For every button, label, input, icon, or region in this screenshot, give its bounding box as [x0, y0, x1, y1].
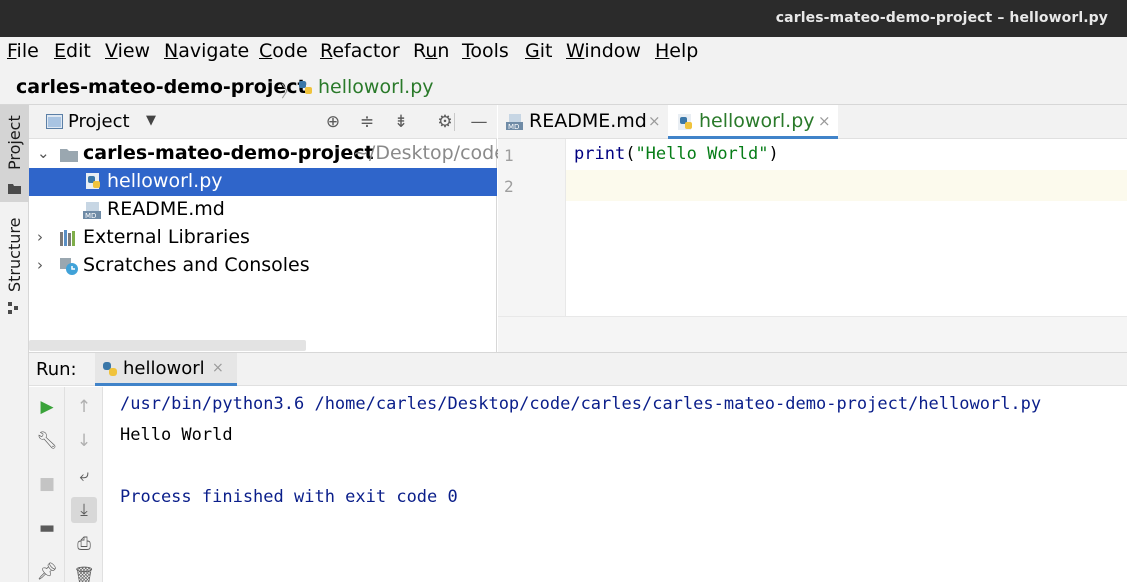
python-file-icon: [86, 173, 102, 194]
editor-tab-label: README.md: [529, 110, 647, 132]
console-command: /usr/bin/python3.6 /home/carles/Desktop/…: [120, 394, 1042, 414]
line-number-gutter: 1 2: [498, 139, 566, 316]
tree-scratches-row[interactable]: › Scratches and Consoles: [29, 252, 497, 280]
close-icon[interactable]: ×: [212, 360, 224, 376]
trash-icon[interactable]: 🗑︎: [71, 563, 97, 582]
line-number: 1: [504, 146, 514, 165]
breadcrumb: carles-mateo-demo-project 〉 helloworl.py: [0, 69, 1127, 105]
locate-icon[interactable]: ⊕: [322, 111, 344, 133]
editor-tab-label: helloworl.py: [699, 110, 815, 132]
breadcrumb-file[interactable]: helloworl.py: [318, 76, 434, 98]
gear-icon[interactable]: ⚙: [434, 111, 456, 133]
menu-bar: File Edit View Navigate Code Refactor Ru…: [0, 37, 1127, 69]
tree-file-label: helloworl.py: [107, 170, 223, 192]
project-panel: Project ▼ ⊕ ≑ ⇟ ⚙ — ⌄ carles-mateo-demo-…: [29, 105, 506, 352]
arrow-down-icon[interactable]: ↓: [71, 428, 97, 454]
menu-file[interactable]: File: [7, 40, 39, 62]
scratches-label: Scratches and Consoles: [83, 254, 310, 276]
line-number: 2: [504, 177, 514, 196]
menu-tools[interactable]: Tools: [462, 40, 509, 62]
run-tab-label: helloworl: [123, 358, 205, 379]
folder-icon: [60, 147, 78, 166]
menu-navigate[interactable]: Navigate: [164, 40, 249, 62]
external-libraries-label: External Libraries: [83, 226, 250, 248]
chevron-down-icon[interactable]: ⌄: [37, 144, 50, 162]
markdown-file-icon: MD: [83, 202, 103, 223]
editor-pane: MD README.md × helloworl.py × 1 2 print(…: [498, 105, 1127, 352]
menu-code[interactable]: Code: [259, 40, 308, 62]
chevron-right-icon: 〉: [281, 82, 298, 101]
wrench-icon[interactable]: 🔧︎: [34, 428, 60, 454]
project-view-icon: [46, 114, 63, 133]
console-exit-message: Process finished with exit code 0: [120, 487, 458, 507]
library-icon: [60, 230, 78, 250]
title-bar: carles-mateo-demo-project – helloworl.py: [0, 0, 1127, 37]
menu-window[interactable]: Window: [566, 40, 641, 62]
chevron-right-icon[interactable]: ›: [37, 228, 43, 246]
close-icon[interactable]: ×: [818, 112, 831, 130]
menu-refactor[interactable]: Refactor: [320, 40, 400, 62]
tree-file-row[interactable]: MD README.md: [29, 196, 497, 224]
project-root-name: carles-mateo-demo-project: [83, 142, 374, 164]
expand-all-icon[interactable]: ≑: [356, 111, 378, 133]
run-tab[interactable]: helloworl ×: [95, 353, 237, 386]
horizontal-scrollbar[interactable]: [29, 340, 306, 351]
tool-tab-structure-label: Structure: [5, 217, 24, 292]
left-tool-strip: Project Structure: [0, 105, 29, 582]
scratches-icon: [60, 258, 78, 279]
rerun-icon[interactable]: ▶: [34, 394, 60, 420]
svg-text:MD: MD: [508, 123, 519, 130]
tree-file-label: README.md: [107, 198, 225, 220]
print-icon[interactable]: ⎙: [71, 531, 97, 557]
breadcrumb-project[interactable]: carles-mateo-demo-project: [16, 76, 307, 98]
run-label: Run:: [36, 359, 77, 380]
hide-panel-icon[interactable]: —: [468, 111, 490, 133]
svg-text:MD: MD: [85, 212, 96, 219]
editor-empty-area: [498, 316, 1127, 352]
chevron-right-icon[interactable]: ›: [37, 256, 43, 274]
arrow-up-icon[interactable]: ↑: [71, 394, 97, 420]
current-line-highlight: [498, 170, 1127, 201]
soft-wrap-icon[interactable]: ⤶: [71, 463, 97, 489]
menu-help[interactable]: Help: [655, 40, 698, 62]
menu-run[interactable]: Run: [413, 40, 449, 62]
layout-icon[interactable]: ▬: [34, 515, 60, 541]
python-file-icon: [298, 80, 314, 100]
pin-icon[interactable]: 📌︎: [34, 559, 60, 582]
python-file-icon: [678, 114, 694, 135]
close-icon[interactable]: ×: [648, 112, 661, 130]
menu-git[interactable]: Git: [525, 40, 552, 62]
editor-tab[interactable]: MD README.md ×: [498, 105, 666, 139]
project-panel-header: Project ▼ ⊕ ≑ ⇟ ⚙ —: [29, 105, 497, 139]
chevron-down-icon[interactable]: ▼: [146, 113, 156, 128]
folder-icon: [8, 179, 21, 198]
project-root-path: ~/Desktop/code: [353, 142, 506, 164]
console-output: Hello World: [120, 425, 233, 445]
tree-external-libraries-row[interactable]: › External Libraries: [29, 224, 497, 252]
run-toolbar-primary: ▶ 🔧︎ ■ ▬ 📌︎: [29, 387, 65, 582]
editor-tab-active[interactable]: helloworl.py ×: [668, 105, 838, 139]
collapse-all-icon[interactable]: ⇟: [390, 111, 412, 133]
run-toolbar-secondary: ↑ ↓ ⤶ ⤓ ⎙ 🗑︎: [65, 387, 103, 582]
editor-tab-bar: MD README.md × helloworl.py ×: [498, 105, 1127, 139]
code-line[interactable]: print("Hello World"): [574, 144, 779, 164]
scroll-to-end-icon[interactable]: ⤓: [71, 497, 97, 523]
window-title: carles-mateo-demo-project – helloworl.py: [775, 10, 1108, 26]
menu-view[interactable]: View: [105, 40, 150, 62]
menu-edit[interactable]: Edit: [54, 40, 91, 62]
run-panel: Run: helloworl × ▶ 🔧︎ ■ ▬ 📌︎ ↑ ↓ ⤶ ⤓ ⎙ 🗑…: [29, 352, 1127, 582]
project-panel-title[interactable]: Project: [68, 111, 130, 132]
stop-icon[interactable]: ■: [34, 471, 60, 497]
markdown-file-icon: MD: [506, 114, 524, 134]
python-icon: [102, 361, 118, 381]
tool-tab-structure[interactable]: Structure: [0, 210, 29, 315]
tree-file-row[interactable]: helloworl.py: [29, 168, 497, 196]
tool-tab-project[interactable]: Project: [0, 105, 29, 202]
run-panel-header: Run: helloworl ×: [29, 353, 1127, 386]
tree-root-row[interactable]: ⌄ carles-mateo-demo-project ~/Desktop/co…: [29, 140, 506, 168]
structure-icon: [8, 299, 20, 318]
tool-tab-project-label: Project: [5, 115, 24, 170]
